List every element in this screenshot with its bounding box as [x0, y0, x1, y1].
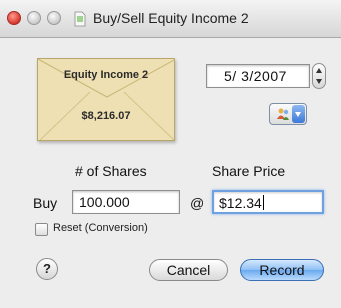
window-title: Buy/Sell Equity Income 2 [93, 10, 249, 26]
envelope-card: Equity Income 2 $8,216.07 [37, 58, 175, 141]
reset-conversion-checkbox[interactable] [35, 223, 48, 236]
at-symbol: @ [190, 195, 205, 211]
cancel-button[interactable]: Cancel [149, 259, 228, 281]
date-stepper[interactable] [312, 63, 326, 89]
transaction-type-label: Buy [33, 195, 58, 211]
dropdown-arrow-icon[interactable] [292, 105, 305, 123]
text-caret [262, 195, 264, 210]
shares-input[interactable]: 100.000 [72, 190, 180, 214]
help-button[interactable]: ? [36, 258, 58, 280]
envelope-name: Equity Income 2 [63, 69, 149, 81]
price-column-label: Share Price [212, 163, 286, 179]
document-icon [74, 11, 86, 27]
record-button[interactable]: Record [240, 259, 324, 281]
zoom-window-button[interactable] [47, 11, 61, 25]
title-bar[interactable]: Buy/Sell Equity Income 2 [0, 0, 341, 38]
share-price-value: $12.34 [219, 195, 262, 211]
stepper-down-icon[interactable] [316, 79, 322, 84]
minimize-window-button[interactable] [27, 11, 41, 25]
share-price-input[interactable]: $12.34 [212, 190, 324, 214]
account-action-popup-button[interactable] [269, 103, 307, 125]
people-icon [277, 108, 289, 120]
reset-conversion-label[interactable]: Reset (Conversion) [53, 222, 148, 234]
close-window-button[interactable] [7, 11, 21, 25]
buy-sell-dialog: Buy/Sell Equity Income 2 Equity Income 2… [0, 0, 341, 308]
date-field[interactable]: 5/ 3/2007 [206, 64, 310, 88]
stepper-up-icon[interactable] [316, 68, 322, 73]
shares-column-label: # of Shares [75, 163, 147, 179]
envelope-balance: $8,216.07 [81, 110, 131, 122]
